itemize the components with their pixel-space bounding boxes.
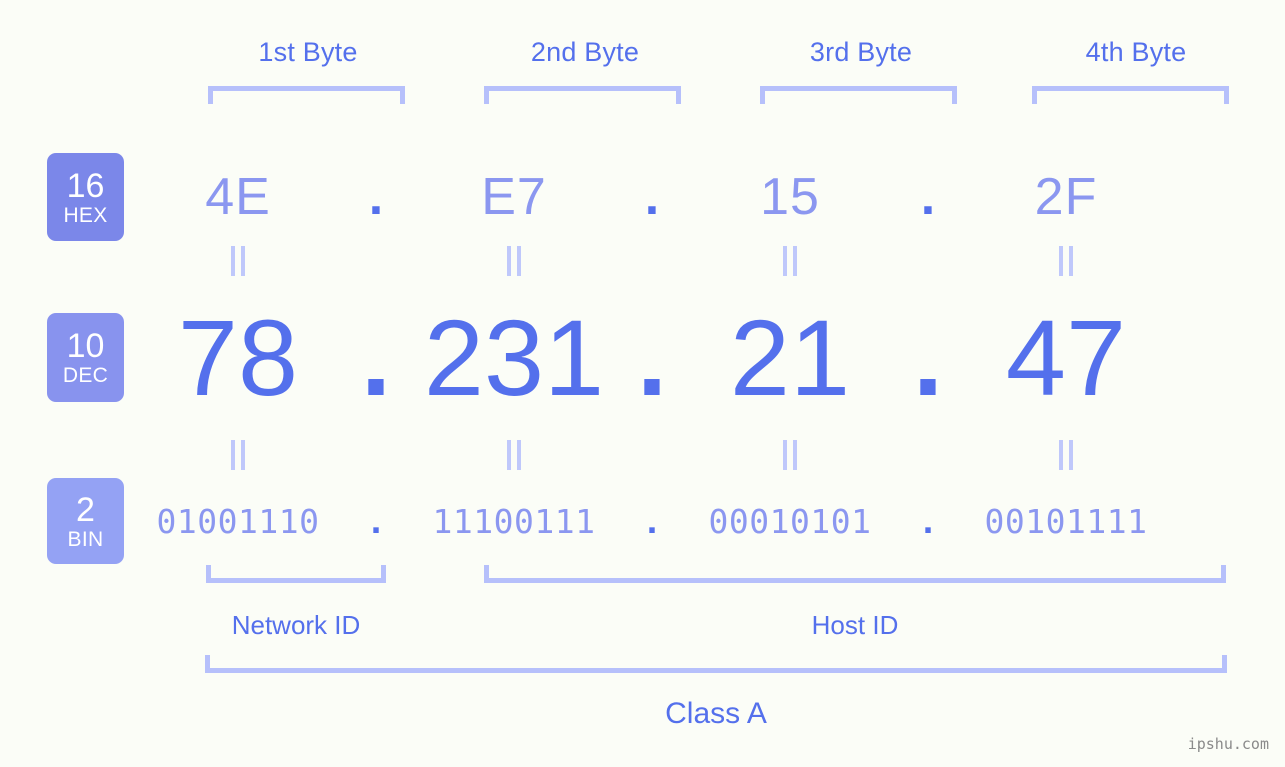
hex-byte-1: 4E (205, 168, 271, 226)
bin-byte-4: 00101111 (984, 501, 1148, 541)
base-badge-dec-abbr: DEC (62, 364, 109, 387)
equivalence-marks-dec-bin (140, 438, 1250, 472)
site-watermark: ipshu.com (1187, 735, 1269, 753)
byte-bracket-top-4 (1032, 86, 1229, 104)
equals-mark-6 (416, 440, 612, 470)
class-bracket (205, 655, 1227, 673)
dec-separator-2: . (636, 297, 667, 418)
equals-mark-1 (140, 246, 336, 276)
base-badge-hex: 16 HEX (47, 153, 124, 241)
base-badge-bin: 2 BIN (47, 478, 124, 564)
dec-byte-3: 21 (729, 297, 851, 418)
dec-byte-4: 47 (1005, 297, 1127, 418)
network-id-bracket (206, 565, 386, 583)
host-id-bracket (484, 565, 1226, 583)
base-badge-dec: 10 DEC (47, 313, 124, 402)
hex-separator-1: . (368, 168, 384, 226)
hex-separator-2: . (644, 168, 660, 226)
hex-byte-4: 2F (1034, 168, 1098, 226)
hex-separator-3: . (920, 168, 936, 226)
dec-byte-2: 231 (423, 297, 605, 418)
hex-byte-2: E7 (481, 168, 547, 226)
byte-bracket-top-1 (208, 86, 405, 104)
base-badge-bin-abbr: BIN (67, 527, 104, 551)
equals-mark-3 (692, 246, 888, 276)
bin-separator-1: . (370, 500, 382, 542)
base-badge-hex-abbr: HEX (63, 203, 108, 227)
equals-mark-7 (692, 440, 888, 470)
dec-separator-3: . (912, 297, 943, 418)
bin-value-row: 01001110 . 11100111 . 00010101 . 0010111… (140, 490, 1250, 552)
network-id-label: Network ID (231, 610, 361, 640)
equals-mark-8 (968, 440, 1164, 470)
byte-header-label-1: 1st Byte (258, 37, 358, 67)
equals-mark-5 (140, 440, 336, 470)
hex-value-row: 4E . E7 . 15 . 2F (140, 152, 1250, 242)
byte-bracket-top-2 (484, 86, 681, 104)
base-badge-bin-number: 2 (76, 490, 95, 529)
class-label: Class A (665, 697, 767, 730)
bin-byte-1: 01001110 (156, 501, 320, 541)
dec-separator-1: . (360, 297, 391, 418)
host-id-label: Host ID (811, 610, 899, 640)
byte-bracket-top-3 (760, 86, 957, 104)
equals-mark-4 (968, 246, 1164, 276)
bin-byte-3: 00010101 (708, 501, 872, 541)
diagram-canvas: 1st Byte 2nd Byte 3rd Byte 4th Byte 16 H… (0, 0, 1285, 767)
bin-separator-3: . (922, 500, 934, 542)
byte-header-label-3: 3rd Byte (809, 37, 913, 67)
base-badge-hex-number: 16 (66, 166, 105, 205)
equals-mark-2 (416, 246, 612, 276)
base-badge-dec-number: 10 (66, 327, 105, 365)
byte-header-label-4: 4th Byte (1085, 37, 1187, 67)
byte-header-label-2: 2nd Byte (530, 37, 640, 67)
hex-byte-3: 15 (760, 168, 820, 226)
dec-value-row: 78 . 231 . 21 . 47 (140, 290, 1250, 426)
bin-separator-2: . (646, 500, 658, 542)
equivalence-marks-hex-dec (140, 244, 1250, 278)
dec-byte-1: 78 (177, 297, 299, 418)
bin-byte-2: 11100111 (432, 501, 596, 541)
